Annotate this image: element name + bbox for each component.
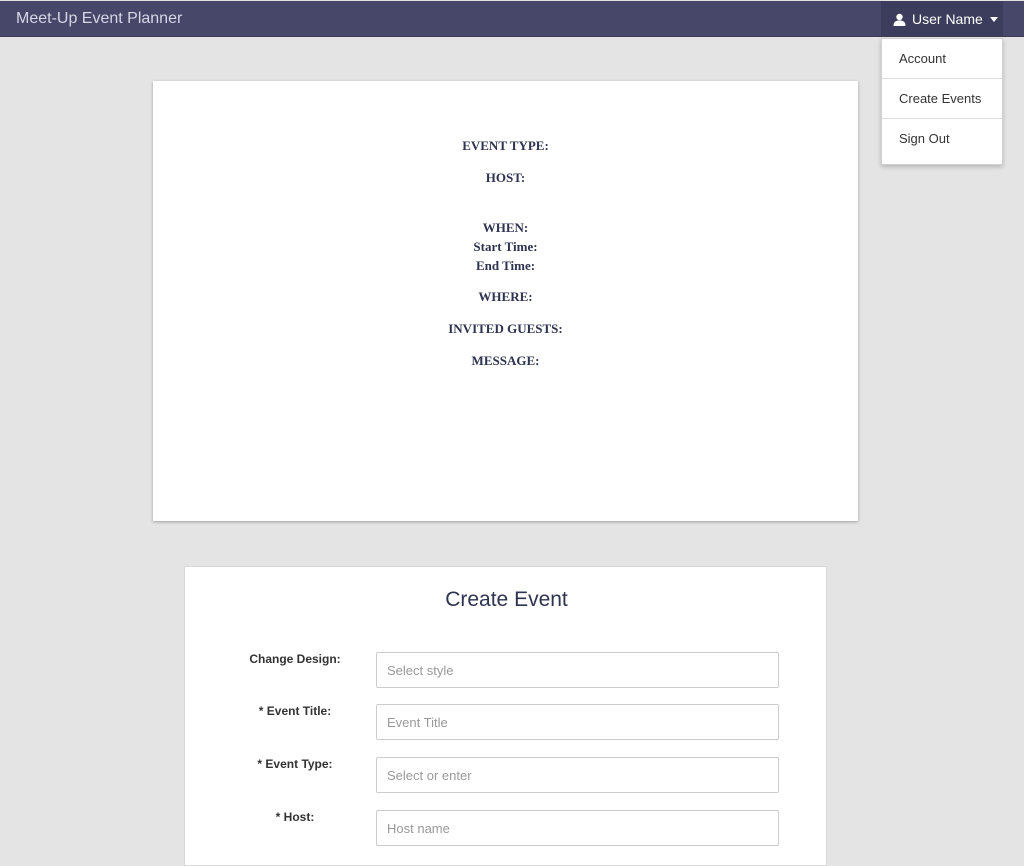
preview-message: MESSAGE: <box>471 353 540 368</box>
preview-start-time: Start Time: <box>473 239 538 254</box>
user-dropdown-menu: Account Create Events Sign Out <box>881 38 1003 165</box>
preview-invited-guests: INVITED GUESTS: <box>448 321 563 336</box>
preview-where: WHERE: <box>478 289 533 304</box>
preview-event-type: EVENT TYPE: <box>462 138 549 153</box>
host-input[interactable] <box>376 810 779 846</box>
event-type-label: * Event Type: <box>257 757 333 771</box>
event-type-input[interactable] <box>376 757 779 793</box>
create-event-form: Create Event Change Design: * Event Titl… <box>184 566 827 866</box>
event-preview-card: EVENT TYPE: HOST: WHEN: Start Time: End … <box>153 81 858 521</box>
form-title: Create Event <box>445 588 568 611</box>
host-label: * Host: <box>275 810 315 824</box>
change-design-label: Change Design: <box>249 652 341 666</box>
user-menu-toggle[interactable]: User Name <box>881 1 1003 37</box>
event-title-input[interactable] <box>376 704 779 740</box>
preview-when: WHEN: <box>482 220 529 235</box>
preview-host: HOST: <box>485 170 526 185</box>
app-title[interactable]: Meet-Up Event Planner <box>16 10 182 28</box>
user-icon <box>893 13 906 26</box>
preview-end-time: End Time: <box>475 258 536 273</box>
menu-item-account[interactable]: Account <box>882 39 1002 79</box>
user-name-label: User Name <box>912 11 983 27</box>
event-title-label: * Event Title: <box>258 704 332 718</box>
change-design-select[interactable] <box>376 652 779 688</box>
menu-item-sign-out[interactable]: Sign Out <box>882 119 1002 159</box>
menu-item-create-events[interactable]: Create Events <box>882 79 1002 119</box>
navbar: Meet-Up Event Planner User Name <box>0 1 1024 37</box>
caret-down-icon <box>989 16 998 22</box>
